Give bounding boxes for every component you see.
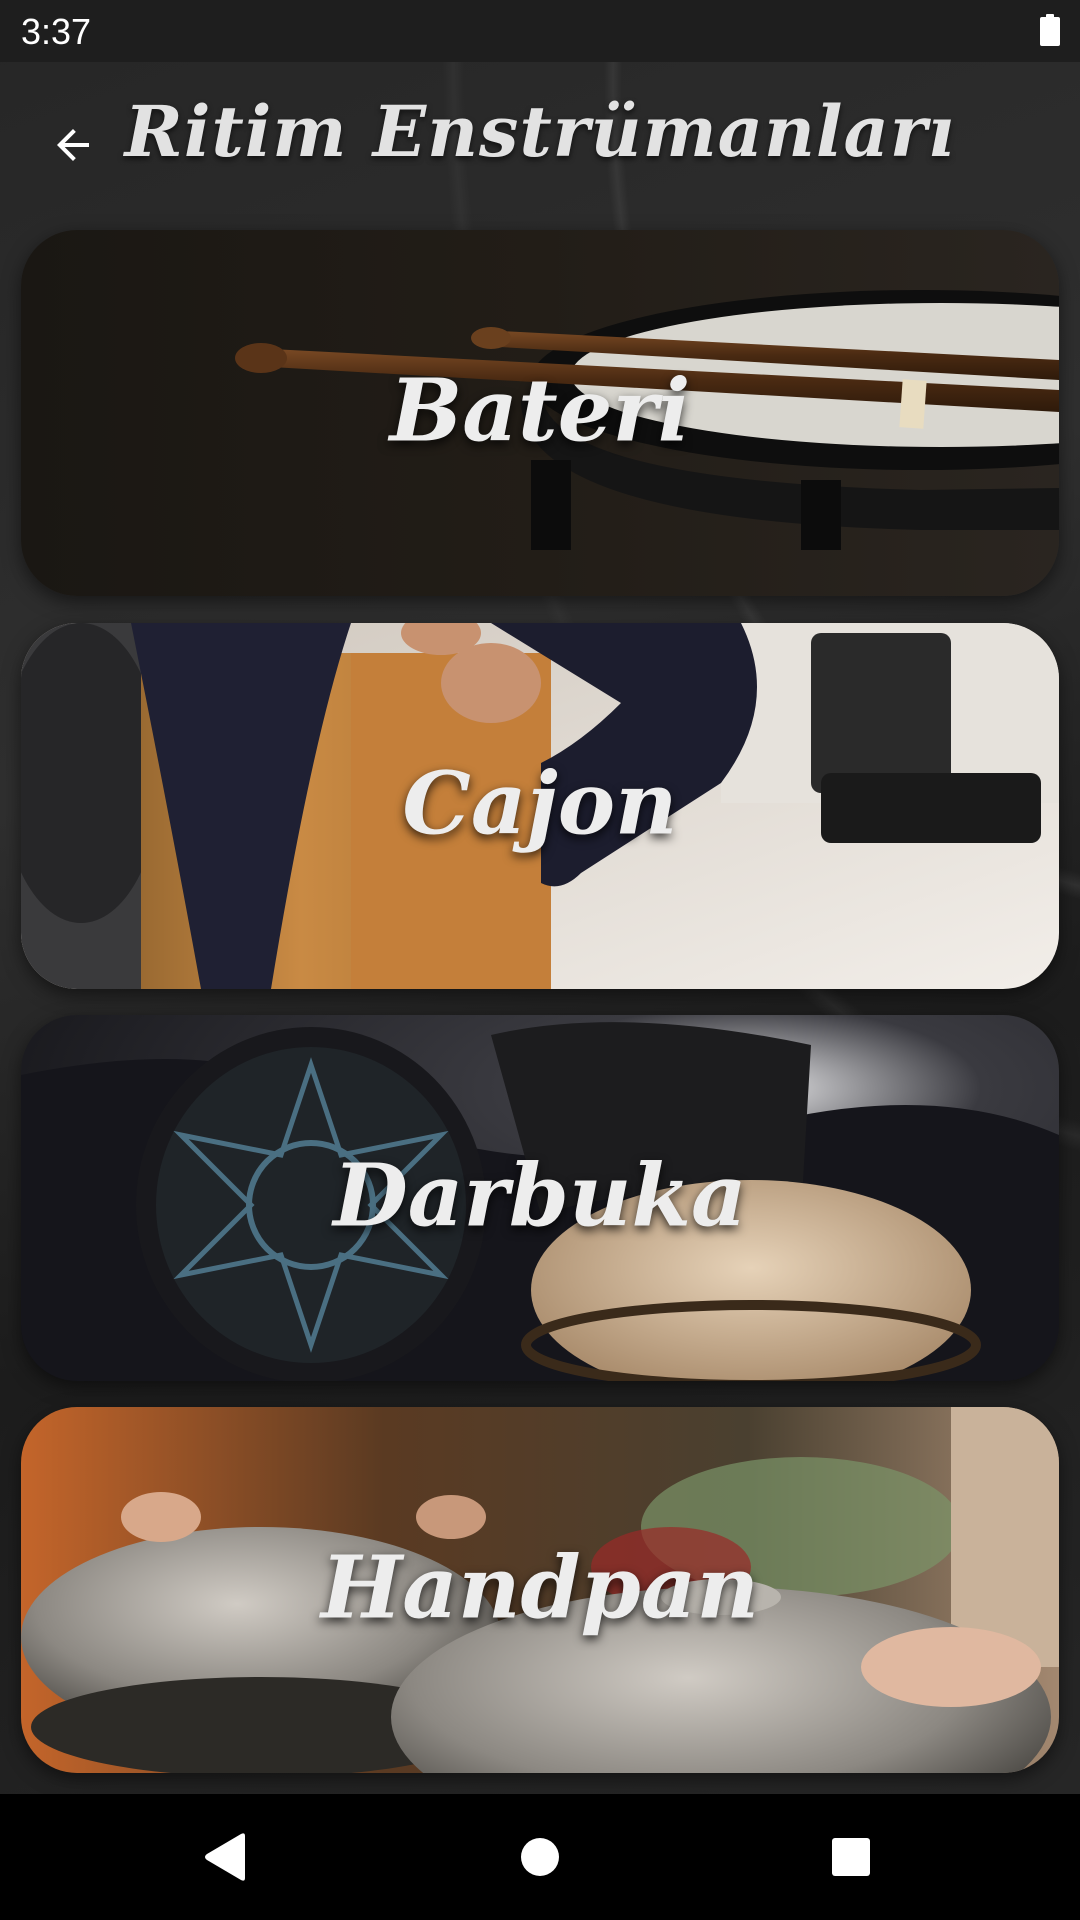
status-time: 3:37 [21,11,92,52]
instrument-label: Bateri [389,360,691,462]
screen: 3:37 Ritim Enstrümanları Bateri Cajon Da… [0,0,1080,1920]
instrument-label: Darbuka [333,1145,747,1247]
page-title: Ritim Enstrümanları [124,90,956,173]
instrument-card-bateri[interactable]: Bateri [21,230,1059,596]
nav-back-button[interactable] [186,1817,266,1897]
app-bar: Ritim Enstrümanları [0,62,1080,210]
instrument-card-darbuka[interactable]: Darbuka [21,1015,1059,1381]
status-bar: 3:37 [0,0,1080,62]
nav-recents-button[interactable] [811,1817,891,1897]
square-recents-icon [832,1838,870,1876]
instrument-card-handpan[interactable]: Handpan [21,1407,1059,1773]
instrument-label: Handpan [320,1537,760,1639]
triangle-back-icon [205,1833,245,1881]
instrument-label: Cajon [402,753,678,855]
system-nav-bar [0,1794,1080,1920]
nav-home-button[interactable] [500,1817,580,1897]
instrument-card-cajon[interactable]: Cajon [21,623,1059,989]
circle-home-icon [521,1838,559,1876]
battery-full-icon [1040,14,1060,46]
